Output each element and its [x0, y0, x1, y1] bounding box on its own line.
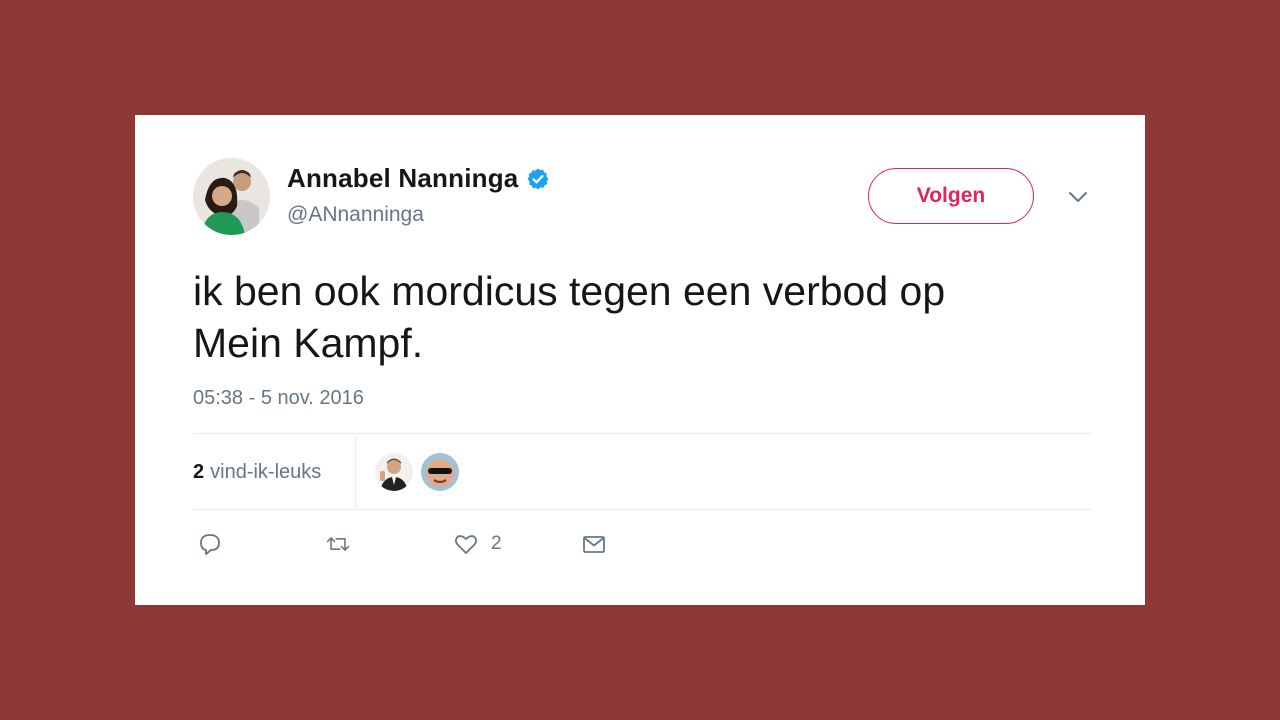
- tweet-timestamp[interactable]: 05:38 - 5 nov. 2016: [193, 387, 364, 410]
- follow-button[interactable]: Volgen: [868, 168, 1034, 224]
- tweet-text-line: Mein Kampf.: [193, 320, 424, 366]
- envelope-icon: [583, 536, 605, 553]
- heart-icon: [454, 535, 478, 554]
- liker-avatar[interactable]: [375, 453, 413, 491]
- tweet-card: Annabel Nanninga @ANnanninga Volgen ik b…: [135, 115, 1145, 605]
- likes-count: 2: [193, 460, 205, 483]
- reply-button[interactable]: [197, 531, 223, 557]
- likes-label: vind-ik-leuks: [210, 460, 322, 483]
- reply-icon: [200, 534, 220, 555]
- liker-avatar[interactable]: [421, 453, 459, 491]
- divider: [193, 433, 1092, 434]
- retweet-button[interactable]: [325, 531, 351, 557]
- author-avatar[interactable]: [193, 158, 270, 235]
- tweet-text-line: ik ben ook mordicus tegen een verbod op: [193, 268, 946, 314]
- verified-badge-icon: [527, 168, 549, 189]
- like-count: 2: [491, 533, 502, 554]
- author-display-name[interactable]: Annabel Nanninga: [287, 163, 518, 194]
- retweet-icon: [326, 537, 350, 551]
- tweet-text: ik ben ook mordicus tegen een verbod op …: [193, 265, 1073, 369]
- like-button[interactable]: 2: [453, 531, 502, 557]
- likes-summary[interactable]: 2 vind-ik-leuks: [193, 435, 356, 509]
- author-handle[interactable]: @ANnanninga: [287, 203, 424, 227]
- chevron-down-icon[interactable]: [1067, 189, 1089, 205]
- direct-message-button[interactable]: [581, 531, 607, 557]
- author-name-row: Annabel Nanninga: [287, 163, 550, 194]
- divider: [193, 509, 1092, 510]
